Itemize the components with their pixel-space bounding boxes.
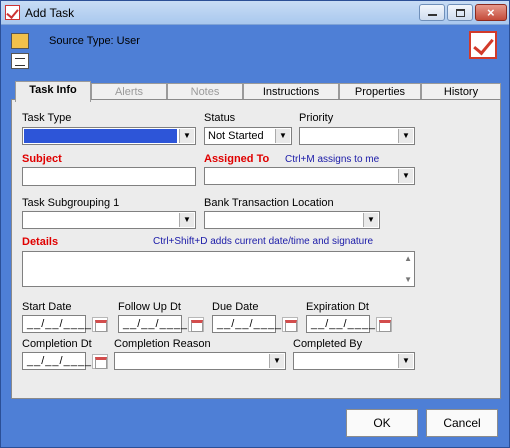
due-date-input[interactable]: __/__/____ — [212, 315, 298, 333]
calendar-icon[interactable] — [376, 317, 392, 332]
details-label: Details — [22, 236, 59, 248]
due-date-label: Due Date — [212, 301, 259, 313]
scroll-down-icon[interactable]: ▼ — [404, 275, 412, 284]
completion-dt-mask: __/__/____ — [27, 355, 93, 367]
source-type-label: Source Type: User — [49, 35, 140, 47]
expiration-input[interactable]: __/__/____ — [306, 315, 392, 333]
status-value: Not Started — [208, 130, 264, 142]
due-date-mask: __/__/____ — [217, 318, 283, 330]
calendar-icon[interactable] — [92, 354, 108, 369]
minimize-icon — [428, 14, 437, 16]
maximize-button[interactable] — [447, 4, 473, 21]
notes-list-icon[interactable] — [11, 53, 29, 69]
chevron-down-icon[interactable]: ▼ — [179, 129, 194, 143]
cancel-button[interactable]: Cancel — [426, 409, 498, 437]
calendar-icon[interactable] — [92, 317, 108, 332]
task-info-panel: Task Type ▼ Status Not Started ▼ Priorit… — [11, 99, 501, 399]
task-type-selection — [24, 129, 177, 143]
chevron-down-icon[interactable]: ▼ — [269, 354, 284, 368]
task-check-icon — [5, 5, 20, 20]
chevron-down-icon[interactable]: ▼ — [398, 129, 413, 143]
scroll-up-icon[interactable]: ▲ — [404, 254, 412, 263]
expiration-label: Expiration Dt — [306, 301, 369, 313]
completion-reason-label: Completion Reason — [114, 338, 211, 350]
expiration-mask: __/__/____ — [311, 318, 377, 330]
status-select[interactable]: Not Started ▼ — [204, 127, 292, 145]
task-type-select[interactable]: ▼ — [22, 127, 196, 145]
bank-transaction-location-select[interactable]: ▼ — [204, 211, 380, 229]
subject-label: Subject — [22, 153, 62, 165]
tab-task-info[interactable]: Task Info — [15, 81, 91, 102]
chevron-down-icon[interactable]: ▼ — [363, 213, 378, 227]
chevron-down-icon[interactable]: ▼ — [398, 354, 413, 368]
start-date-input[interactable]: __/__/____ — [22, 315, 108, 333]
completed-by-label: Completed By — [293, 338, 363, 350]
source-area: Source Type: User — [1, 25, 509, 77]
priority-label: Priority — [299, 112, 334, 124]
chevron-down-icon[interactable]: ▼ — [275, 129, 290, 143]
completion-dt-input[interactable]: __/__/____ — [22, 352, 108, 370]
title-bar: Add Task × — [1, 1, 509, 25]
chevron-down-icon[interactable]: ▼ — [179, 213, 194, 227]
assigned-to-hint: Ctrl+M assigns to me — [285, 154, 380, 165]
completion-dt-label: Completion Dt — [22, 338, 92, 350]
task-subgrouping-select[interactable]: ▼ — [22, 211, 196, 229]
status-label: Status — [204, 112, 236, 124]
open-folder-icon[interactable] — [11, 33, 29, 49]
close-icon: × — [487, 5, 495, 20]
subject-input[interactable] — [22, 167, 196, 186]
close-button[interactable]: × — [475, 4, 507, 21]
start-date-mask: __/__/____ — [27, 318, 93, 330]
window-title: Add Task — [25, 6, 75, 20]
follow-up-label: Follow Up Dt — [118, 301, 181, 313]
calendar-icon[interactable] — [282, 317, 298, 332]
details-hint: Ctrl+Shift+D adds current date/time and … — [153, 236, 374, 247]
chevron-down-icon[interactable]: ▼ — [398, 169, 413, 183]
calendar-icon[interactable] — [188, 317, 204, 332]
ok-button[interactable]: OK — [346, 409, 418, 437]
assigned-to-label: Assigned To — [204, 153, 270, 165]
start-date-label: Start Date — [22, 301, 72, 313]
task-type-label: Task Type — [22, 112, 72, 124]
maximize-icon — [456, 9, 465, 17]
follow-up-input[interactable]: __/__/____ — [118, 315, 204, 333]
details-textarea[interactable]: ▲ ▼ — [22, 251, 415, 287]
completion-reason-select[interactable]: ▼ — [114, 352, 286, 370]
follow-up-mask: __/__/____ — [123, 318, 189, 330]
assigned-to-select[interactable]: ▼ — [204, 167, 415, 185]
bank-transaction-location-label: Bank Transaction Location — [204, 197, 334, 209]
priority-select[interactable]: ▼ — [299, 127, 415, 145]
task-big-icon — [469, 31, 497, 59]
task-subgrouping-label: Task Subgrouping 1 — [22, 197, 120, 209]
completed-by-select[interactable]: ▼ — [293, 352, 415, 370]
add-task-window: Add Task × Source Type: User Task Info A… — [0, 0, 510, 448]
minimize-button[interactable] — [419, 4, 445, 21]
